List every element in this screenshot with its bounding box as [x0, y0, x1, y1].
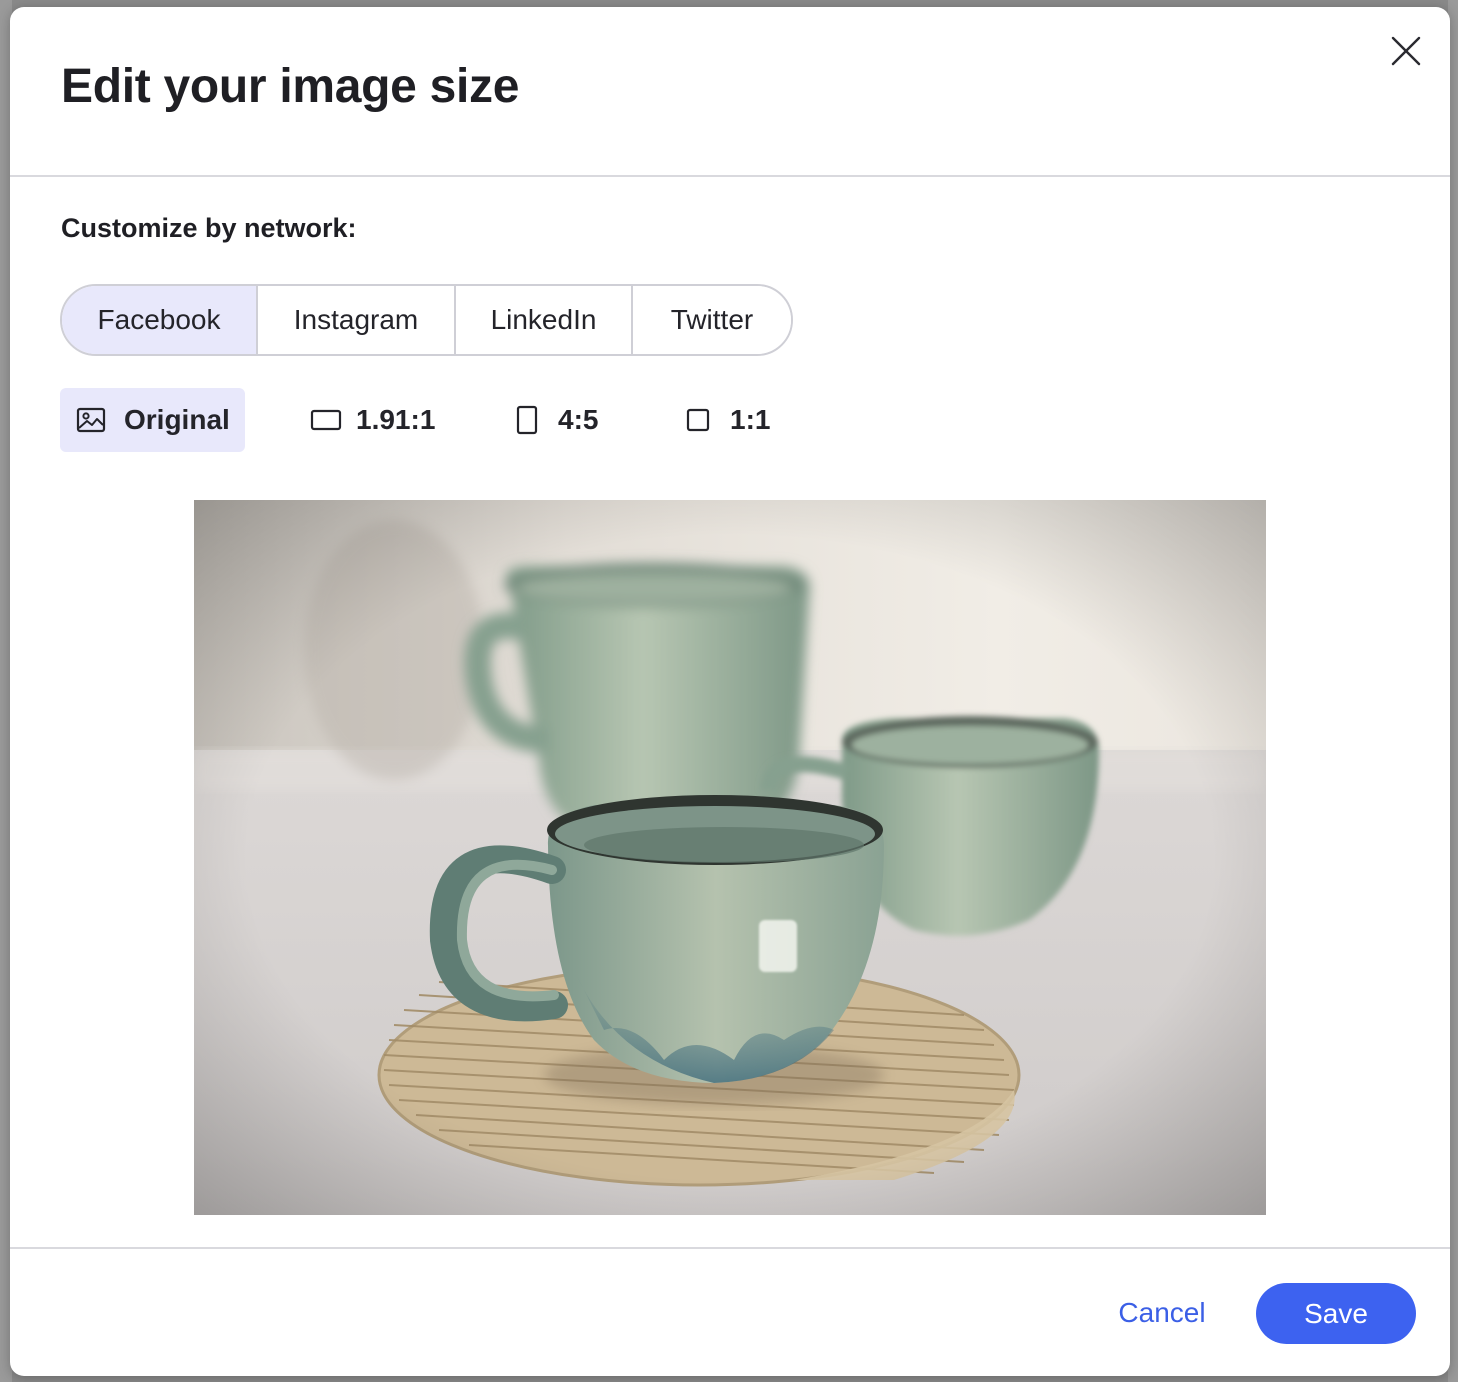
landscape-rectangle-icon [310, 408, 342, 432]
photo-of-ceramic-cups [194, 500, 1266, 1215]
ratio-1-91-1-label: 1.91:1 [356, 404, 436, 435]
tab-facebook[interactable]: Facebook [62, 286, 258, 354]
close-button[interactable] [1386, 31, 1426, 71]
cancel-button[interactable]: Cancel [1102, 1283, 1222, 1343]
tab-linkedin[interactable]: LinkedIn [456, 286, 633, 354]
save-button[interactable]: Save [1256, 1283, 1416, 1344]
ratio-4-5-button[interactable]: 4:5 [516, 388, 598, 452]
tab-twitter[interactable]: Twitter [633, 286, 791, 354]
ratio-1-91-1-button[interactable]: 1.91:1 [310, 388, 435, 452]
network-tab-group: Facebook Instagram LinkedIn Twitter [60, 284, 793, 356]
dialog-title: Edit your image size [61, 60, 520, 113]
dialog-header: Edit your image size [10, 7, 1450, 177]
square-icon [686, 408, 710, 432]
ratio-1-1-label: 1:1 [730, 404, 771, 435]
edit-image-size-dialog: Edit your image size Customize by networ… [10, 7, 1450, 1376]
ratio-original-label: Original [124, 404, 230, 435]
tab-instagram[interactable]: Instagram [258, 286, 456, 354]
customize-by-network-label: Customize by network: [61, 213, 357, 243]
ratio-1-1-button[interactable]: 1:1 [686, 388, 770, 452]
close-icon [1391, 36, 1421, 66]
image-icon [76, 407, 106, 433]
image-preview [194, 500, 1266, 1215]
dialog-footer: Cancel Save [10, 1247, 1450, 1376]
portrait-rectangle-icon [516, 405, 538, 435]
ratio-original-button[interactable]: Original [60, 388, 245, 452]
ratio-4-5-label: 4:5 [558, 404, 599, 435]
